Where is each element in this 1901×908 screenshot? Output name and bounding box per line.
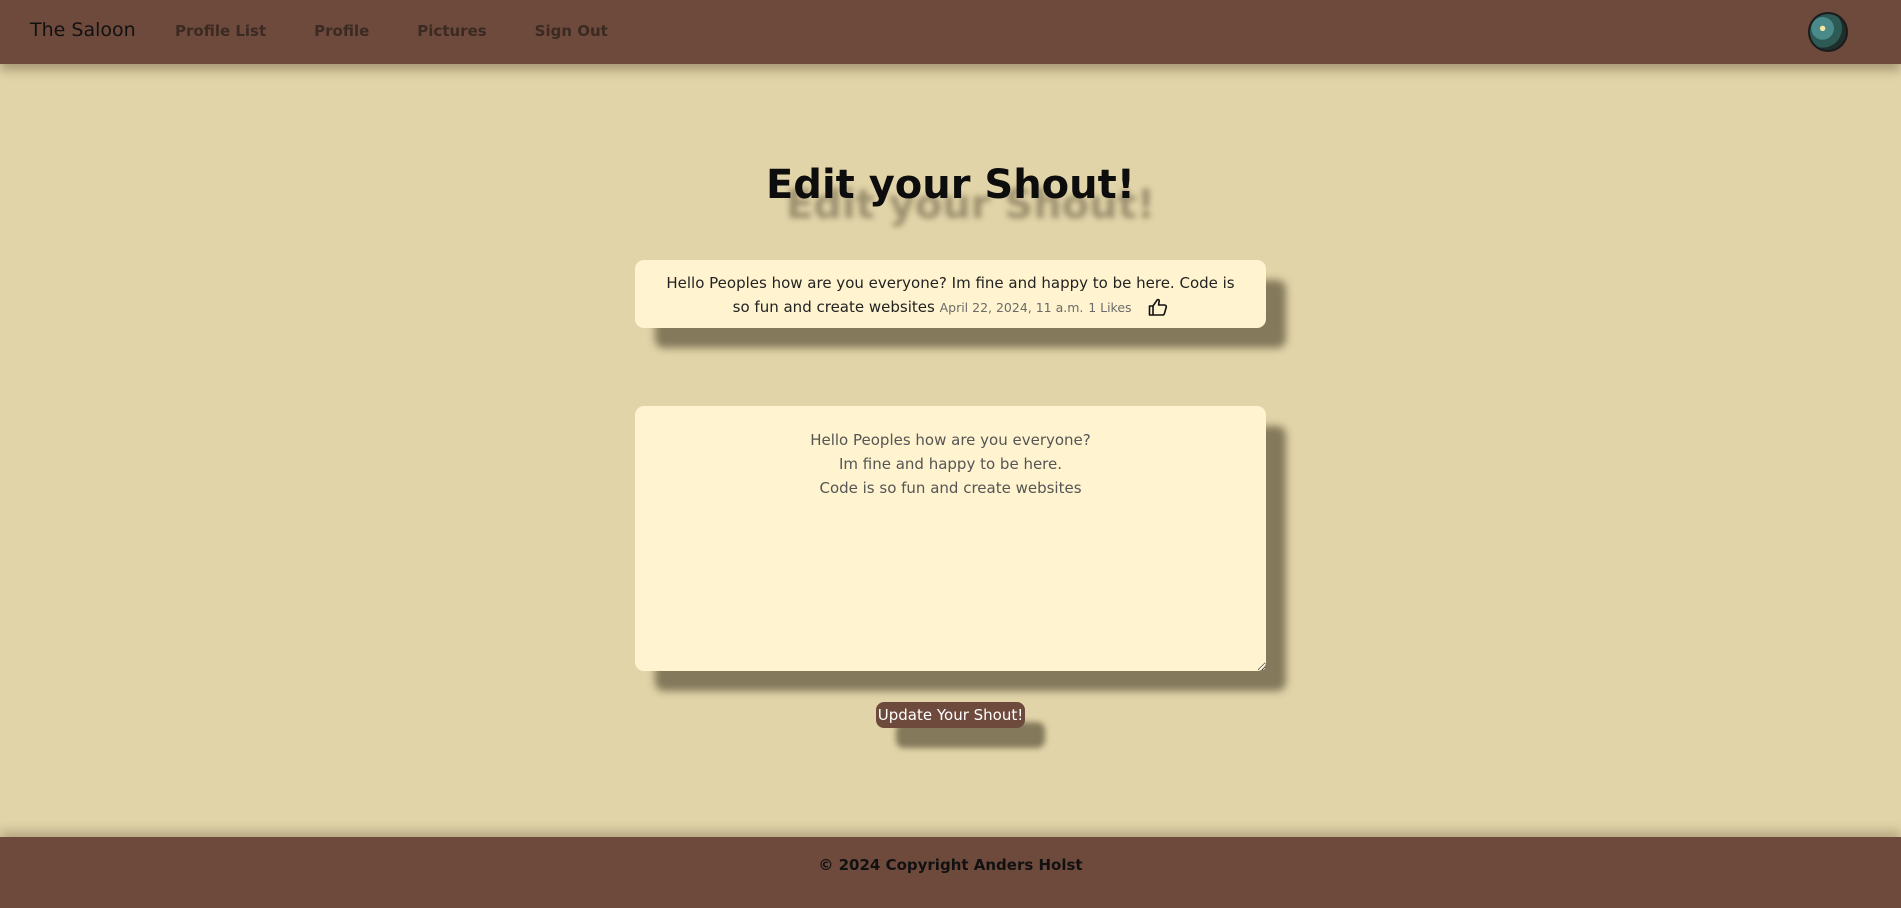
nav-link-profile[interactable]: Profile: [314, 22, 369, 40]
nav-link-sign-out[interactable]: Sign Out: [535, 22, 608, 40]
page-title-container: Edit your Shout!: [0, 162, 1901, 208]
nav-link-profile-list[interactable]: Profile List: [175, 22, 266, 40]
nav-link-pictures[interactable]: Pictures: [417, 22, 486, 40]
shout-likes: 1 Likes: [1088, 300, 1132, 315]
page-title: Edit your Shout!: [765, 162, 1135, 208]
shout-date: April 22, 2024, 11 a.m.: [939, 300, 1084, 315]
shout-card: Hello Peoples how are you everyone? Im f…: [635, 260, 1266, 328]
update-shout-button[interactable]: Update Your Shout!: [876, 702, 1025, 728]
top-navbar: The Saloon Profile List Profile Pictures…: [0, 0, 1901, 64]
nav-links: Profile List Profile Pictures Sign Out: [175, 22, 656, 40]
page-footer: © 2024 Copyright Anders Holst: [0, 837, 1901, 908]
shout-edit-textarea[interactable]: [635, 406, 1266, 671]
user-avatar-icon[interactable]: [1808, 12, 1848, 52]
brand-logo-text[interactable]: The Saloon: [30, 19, 136, 41]
footer-copyright: © 2024 Copyright Anders Holst: [818, 856, 1083, 874]
thumbs-up-icon[interactable]: [1148, 298, 1168, 316]
